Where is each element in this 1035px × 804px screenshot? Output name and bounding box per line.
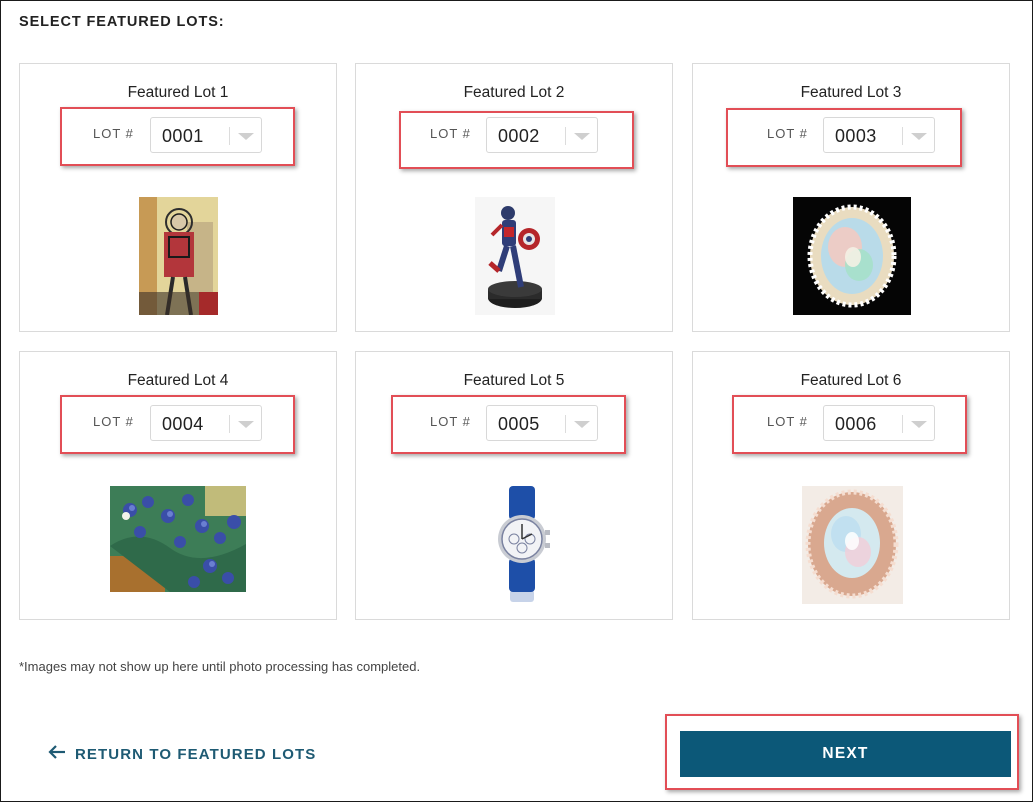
return-link-label: RETURN TO FEATURED LOTS	[75, 745, 317, 763]
featured-lot-title: Featured Lot 1	[127, 84, 229, 101]
featured-lot-card-3: Featured Lot 3 LOT # 0003	[692, 63, 1010, 332]
chevron-down-icon[interactable]	[911, 421, 927, 428]
next-button-label: NEXT	[822, 745, 869, 762]
lot-image-wristwatch	[494, 486, 552, 604]
chevron-down-icon[interactable]	[574, 421, 590, 428]
lot-number-label: LOT #	[93, 126, 134, 141]
lot-number-label: LOT #	[430, 414, 471, 429]
lot-number-value: 0001	[162, 126, 204, 146]
lot-number-select[interactable]: 0004	[150, 405, 262, 441]
lot-image-figurine	[475, 197, 555, 315]
return-to-featured-lots-link[interactable]: RETURN TO FEATURED LOTS	[47, 744, 316, 764]
page-title: SELECT FEATURED LOTS:	[19, 14, 225, 30]
lot-number-label: LOT #	[767, 414, 808, 429]
featured-lot-card-1: Featured Lot 1 LOT # 0001	[19, 63, 337, 332]
featured-lot-title: Featured Lot 3	[800, 84, 902, 101]
featured-lot-card-2: Featured Lot 2 LOT # 0002	[355, 63, 673, 332]
select-divider	[565, 415, 566, 433]
lot-number-select[interactable]: 0005	[486, 405, 598, 441]
lot-number-value: 0002	[498, 126, 540, 146]
lot-number-label: LOT #	[767, 126, 808, 141]
chevron-down-icon[interactable]	[238, 421, 254, 428]
chevron-down-icon[interactable]	[574, 133, 590, 140]
lot-number-label: LOT #	[430, 126, 471, 141]
lot-number-label: LOT #	[93, 414, 134, 429]
featured-lot-card-6: Featured Lot 6 LOT # 0006	[692, 351, 1010, 620]
arrow-left-icon	[47, 744, 67, 764]
featured-lot-card-4: Featured Lot 4 LOT # 0004	[19, 351, 337, 620]
select-divider	[902, 415, 903, 433]
featured-lot-card-5: Featured Lot 5 LOT # 0005	[355, 351, 673, 620]
lot-number-value: 0006	[835, 414, 877, 434]
chevron-down-icon[interactable]	[238, 133, 254, 140]
lot-image-opal-ring	[802, 486, 903, 604]
lot-number-value: 0005	[498, 414, 540, 434]
select-divider	[229, 127, 230, 145]
lot-number-value: 0004	[162, 414, 204, 434]
featured-lot-title: Featured Lot 5	[463, 372, 565, 389]
lot-image-painting	[110, 486, 246, 592]
featured-lot-title: Featured Lot 2	[463, 84, 565, 101]
lot-number-select[interactable]: 0003	[823, 117, 935, 153]
image-processing-note: *Images may not show up here until photo…	[19, 659, 421, 674]
select-divider	[229, 415, 230, 433]
lot-number-value: 0003	[835, 126, 877, 146]
lot-number-select[interactable]: 0006	[823, 405, 935, 441]
lot-image-painting	[139, 197, 218, 315]
lot-number-select[interactable]: 0001	[150, 117, 262, 153]
featured-lot-title: Featured Lot 6	[800, 372, 902, 389]
select-divider	[565, 127, 566, 145]
lot-image-opal-ring	[793, 197, 911, 315]
next-button[interactable]: NEXT	[680, 731, 1011, 777]
chevron-down-icon[interactable]	[911, 133, 927, 140]
lot-number-select[interactable]: 0002	[486, 117, 598, 153]
featured-lot-title: Featured Lot 4	[127, 372, 229, 389]
select-divider	[902, 127, 903, 145]
